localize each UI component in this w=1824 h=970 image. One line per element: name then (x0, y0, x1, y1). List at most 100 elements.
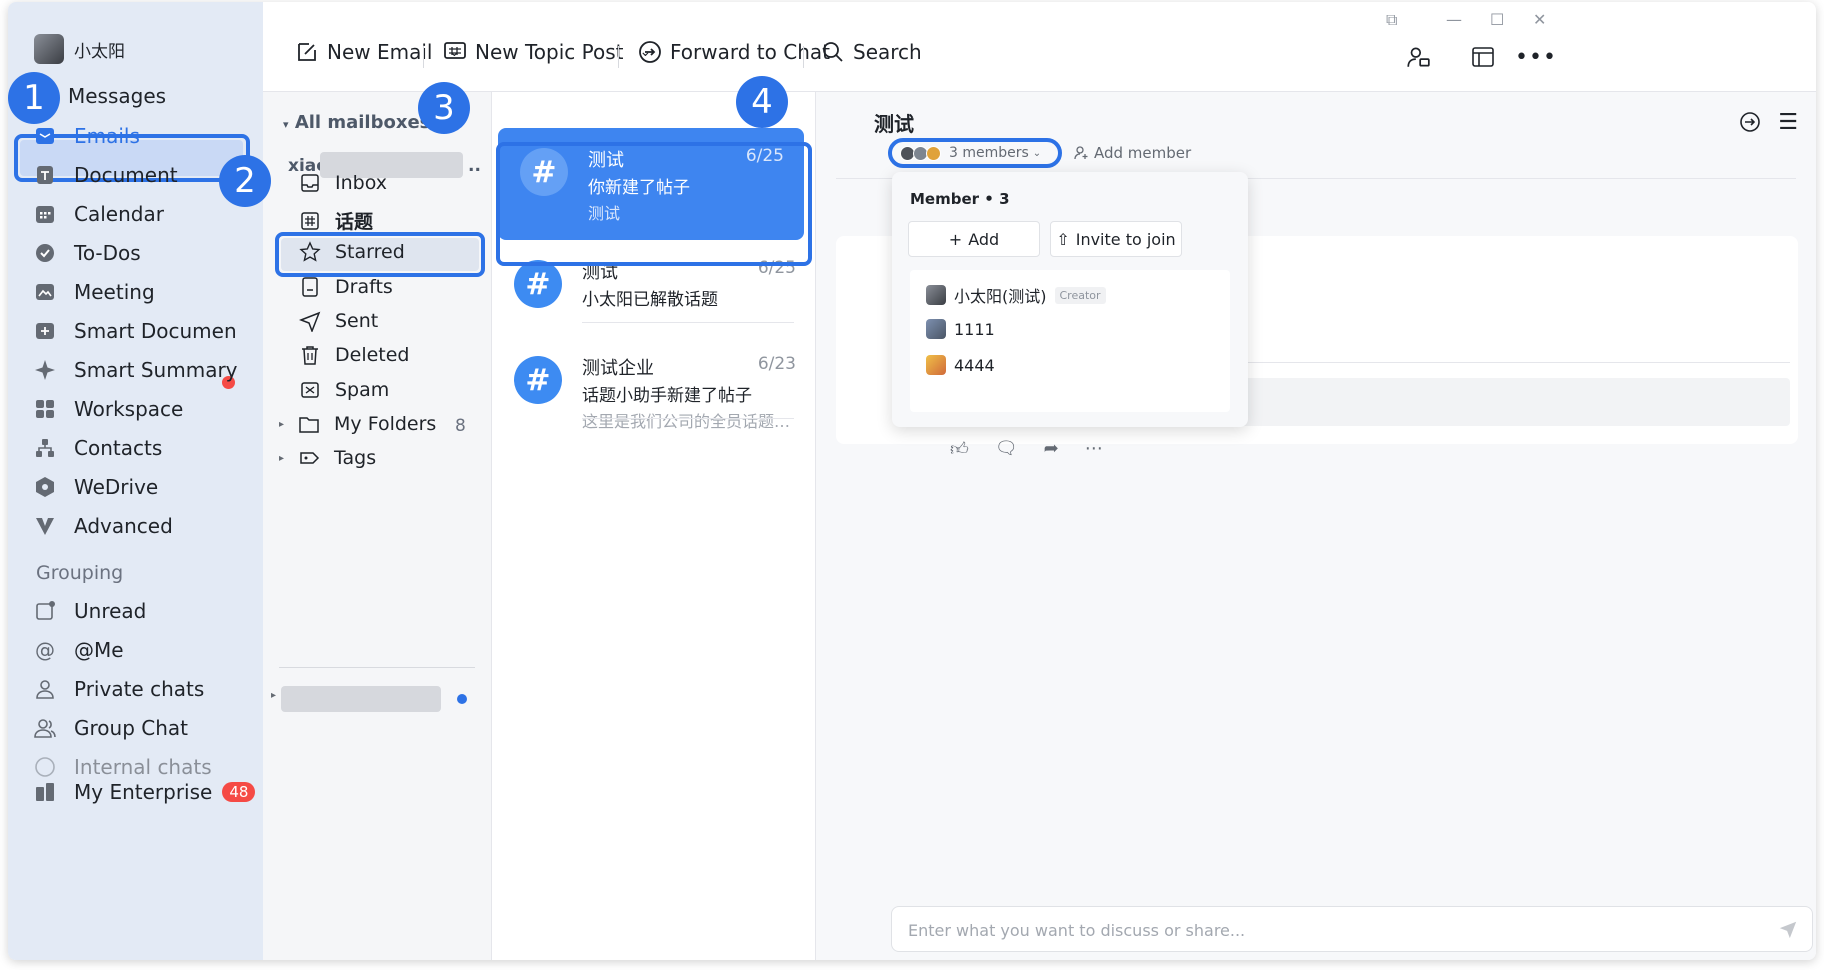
sidebar: 小太阳 Messages Emails Document Calendar To… (8, 2, 263, 960)
mailbox-inbox[interactable]: Inbox (299, 172, 387, 194)
mailbox-starred[interactable]: Starred (299, 241, 405, 263)
sidebar-item-workspace[interactable]: Workspace (34, 389, 183, 429)
new-topic-post-button[interactable]: New Topic Post ⌄ (443, 40, 651, 64)
sidebar-item-label: WeDrive (74, 475, 159, 499)
item-subtitle: 话题小助手新建了帖子 (582, 386, 752, 406)
chevron-down-icon: ⌄ (1032, 147, 1042, 159)
invite-button[interactable]: ⇧ Invite to join (1050, 221, 1182, 257)
divider (1238, 362, 1790, 363)
sidebar-item-smart-document[interactable]: Smart Documen (34, 311, 237, 351)
sidebar-item-contacts[interactable]: Contacts (34, 428, 162, 468)
contact-card-icon[interactable] (1403, 42, 1433, 72)
like-icon[interactable]: 👍︎ (950, 438, 969, 460)
sidebar-item-label: Messages (68, 84, 167, 108)
add-member-popup-button[interactable]: + Add (908, 221, 1040, 257)
add-member-button[interactable]: Add member (1074, 144, 1191, 162)
all-mailboxes-toggle[interactable]: ▾ All mailboxes (283, 112, 430, 133)
mailbox-drafts[interactable]: Drafts (299, 276, 393, 298)
caret-right-icon[interactable]: ▸ (279, 453, 284, 464)
more-icon[interactable]: ••• (1515, 42, 1556, 72)
popup-title: Member • 3 (910, 190, 1010, 208)
close-icon[interactable]: ✕ (1533, 10, 1546, 29)
sidebar-item-smart-summary[interactable]: Smart Summary (34, 350, 238, 390)
sidebar-item-label: Meeting (74, 280, 155, 304)
layout-icon[interactable] (1468, 42, 1498, 72)
all-mailboxes-label: All mailboxes (294, 112, 431, 133)
more-icon[interactable]: ⋯ (1085, 438, 1103, 460)
members-dropdown[interactable]: 3 members ⌄ (888, 138, 1062, 168)
minimize-icon[interactable]: — (1446, 10, 1462, 29)
toolbar-divider (423, 46, 424, 68)
mailbox-topics[interactable]: 话题 (299, 207, 373, 234)
compose-icon (298, 43, 316, 61)
comment-input[interactable]: Enter what you want to discuss or share.… (891, 906, 1813, 952)
mailbox-tags[interactable]: ▸ Tags (279, 447, 376, 469)
menu-icon[interactable]: ☰ (1778, 110, 1798, 135)
member-name: 4444 (954, 355, 995, 375)
mailbox-label: My Folders (334, 413, 437, 435)
new-email-button[interactable]: New Email ⌄ (295, 40, 460, 64)
share-icon[interactable]: ➦ (1044, 438, 1059, 460)
member-name: 1111 (954, 319, 995, 339)
app-window: 小太阳 Messages Emails Document Calendar To… (8, 2, 1816, 960)
item-preview: 这里是我们公司的全员话题，话... (582, 412, 804, 431)
maximize-icon[interactable]: ☐ (1490, 10, 1504, 29)
toolbar: New Email ⌄ New Topic Post ⌄ Forward to … (263, 2, 1816, 92)
search-button[interactable]: Search (821, 40, 922, 64)
check-circle-icon (34, 242, 56, 264)
sidebar-item-document[interactable]: Document (34, 155, 178, 195)
members-count-label: 3 members (949, 145, 1029, 161)
redacted-account[interactable] (281, 686, 441, 712)
sidebar-item-messages[interactable]: Messages (68, 76, 166, 116)
divider (582, 322, 794, 323)
group-item-private-chats[interactable]: Private chats (34, 669, 204, 709)
advanced-icon (34, 515, 56, 537)
sidebar-item-calendar[interactable]: Calendar (34, 194, 164, 234)
mailbox-my-folders[interactable]: ▸ My Folders (279, 413, 436, 435)
group-icon (34, 717, 56, 739)
share-upload-icon: ⇧ (1056, 229, 1070, 249)
forward-icon[interactable] (1738, 110, 1762, 138)
group-item-my-enterprise[interactable]: My Enterprise 48 (34, 772, 256, 812)
unread-count-badge: 48 (222, 782, 256, 802)
account-name-suffix: .. (468, 156, 481, 176)
trash-icon (302, 346, 318, 365)
mailbox-sent[interactable]: Sent (299, 310, 378, 332)
at-icon: @ (35, 638, 55, 662)
list-item[interactable]: # 测试企业 话题小助手新建了帖子 这里是我们公司的全员话题，话... 6/23 (492, 336, 816, 440)
member-row[interactable]: 1111 (926, 319, 995, 339)
sidebar-item-label: Workspace (74, 397, 184, 421)
member-row[interactable]: 4444 (926, 355, 995, 375)
sidebar-item-emails[interactable]: Emails (34, 116, 140, 156)
caret-right-icon[interactable]: ▸ (279, 419, 284, 430)
group-item-group-chat[interactable]: Group Chat (34, 708, 188, 748)
send-icon (299, 311, 321, 332)
drive-icon (34, 476, 56, 498)
caret-right-icon[interactable]: ▸ (271, 690, 276, 701)
sidebar-item-advanced[interactable]: Advanced (34, 506, 173, 546)
restore-window-icon[interactable]: ⧉ (1386, 10, 1397, 30)
add-member-label: Add member (1094, 144, 1192, 162)
group-item-label: Group Chat (74, 716, 188, 740)
document-icon (34, 164, 56, 186)
sidebar-item-meeting[interactable]: Meeting (34, 272, 155, 312)
user-profile[interactable]: 小太阳 (34, 34, 125, 64)
divider (279, 667, 475, 668)
sidebar-item-wedrive[interactable]: WeDrive (34, 467, 158, 507)
sparkle-icon (34, 359, 56, 381)
member-row[interactable]: 小太阳(测试) Creator (926, 283, 1106, 307)
meeting-icon (34, 281, 56, 303)
member-name: 小太阳(测试) (954, 287, 1047, 306)
forward-to-chat-button[interactable]: Forward to Chat (638, 40, 830, 64)
enterprise-icon (34, 781, 56, 803)
comment-icon[interactable]: 🗨︎ (995, 438, 1018, 460)
mailbox-spam[interactable]: Spam (299, 379, 389, 401)
grid-icon (34, 398, 56, 420)
group-item-at-me[interactable]: @ @Me (34, 630, 124, 670)
mailbox-deleted[interactable]: Deleted (299, 344, 410, 366)
send-icon[interactable] (1778, 919, 1798, 943)
creator-badge: Creator (1054, 286, 1106, 304)
group-item-unread[interactable]: Unread (34, 591, 146, 631)
sidebar-item-todos[interactable]: To-Dos (34, 233, 141, 273)
topic-title: 测试 (874, 112, 914, 136)
